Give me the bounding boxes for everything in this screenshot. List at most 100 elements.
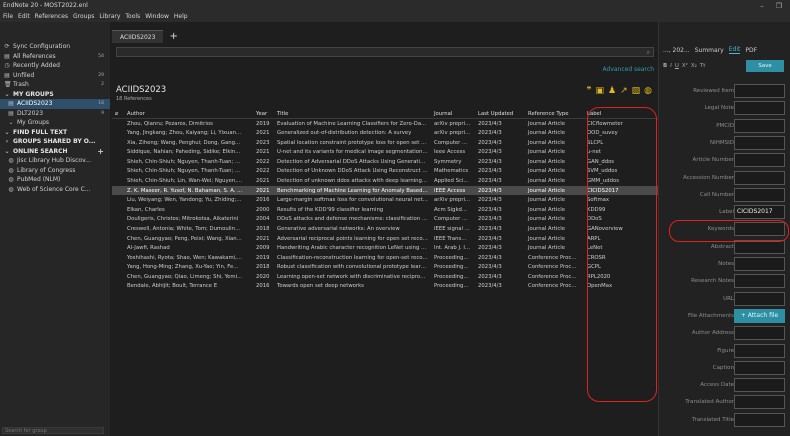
sidebar-item-library-of-congress[interactable]: ◍ Library of Congress — [0, 166, 110, 176]
sidebar-item-sync-configuration[interactable]: ⟳ Sync Configuration — [0, 42, 110, 52]
advanced-search-link[interactable]: Advanced search — [603, 66, 654, 73]
tab-pdf[interactable]: PDF — [745, 47, 757, 54]
table-row[interactable]: Z. K. Maseer, R. Yusof, N. Bahaman, S. A… — [112, 185, 658, 196]
article-number-input[interactable] — [734, 153, 785, 168]
translated-title-input[interactable] — [734, 412, 785, 427]
menu-file[interactable]: File — [3, 13, 13, 20]
sidebar-item-my-groups[interactable]: ⌄ MY GROUPS — [0, 90, 110, 100]
minimize-button[interactable]: – — [760, 2, 764, 10]
column-header-last-updated[interactable]: Last Updated — [475, 109, 525, 120]
sidebar-item-dlt2023[interactable]: ▤ DLT2023 9 — [0, 109, 110, 119]
column-header-reference-type[interactable]: Reference Type — [525, 109, 584, 120]
italic-button[interactable]: I — [670, 63, 672, 69]
cell-year: 2021 — [253, 185, 274, 196]
tab-edit[interactable]: Edit — [728, 46, 741, 54]
menu-edit[interactable]: Edit — [18, 13, 30, 20]
group-search-input[interactable]: Search for group — [2, 427, 104, 434]
column-header-title[interactable]: Title — [274, 109, 431, 120]
call-number-input[interactable] — [734, 187, 785, 202]
attach-file-button[interactable]: + Attach file — [734, 308, 785, 323]
bold-button[interactable]: B — [663, 63, 667, 69]
table-row[interactable]: Yang, Jingkang; Zhou, Kaiyang; Li, Yixua… — [112, 128, 658, 138]
subscript-button[interactable]: X₂ — [691, 63, 697, 69]
table-row[interactable]: Chen, Guangyao; Qiao, Limeng; Shi, Yemi.… — [112, 272, 658, 282]
column-header-attachment[interactable]: ⌀ — [112, 109, 124, 120]
sidebar-item-jisc-library-hub-discov[interactable]: ◍ Jisc Library Hub Discov... — [0, 156, 110, 166]
sidebar-item-find-full-text[interactable]: ⌄ FIND FULL TEXT — [0, 128, 110, 138]
add-user-icon[interactable]: ♟ — [608, 87, 616, 96]
legal-note-input[interactable] — [734, 101, 785, 116]
search-icon[interactable]: ⌕ — [647, 49, 650, 57]
tab-aciids2023[interactable]: ACIIDS2023 — [112, 30, 164, 43]
share-icon[interactable]: ↗ — [620, 87, 628, 96]
research-notes-input[interactable] — [734, 274, 785, 289]
sidebar-item-trash[interactable]: 🗑 Trash 2 — [0, 80, 110, 90]
table-row[interactable]: Yang, Hong-Ming; Zhang, Xu-Yao; Yin, Fe.… — [112, 263, 658, 273]
translated-author-input[interactable] — [734, 395, 785, 410]
attachment-cell — [112, 167, 124, 177]
figure-input[interactable] — [734, 343, 785, 358]
table-row[interactable]: Elkan, Charles 2000 Results of the KDD'99 … — [112, 205, 658, 215]
nihmsid-input[interactable] — [734, 135, 785, 150]
table-row[interactable]: Yoshihashi, Ryota; Shao, Wen; Kawakami,.… — [112, 253, 658, 263]
attachment-cell — [112, 128, 124, 138]
sidebar-item-aciids2023[interactable]: ▤ ACIIDS2023 18 — [0, 99, 110, 109]
caption-input[interactable] — [734, 360, 785, 375]
table-row[interactable]: Shieh, Chin-Shiuh; Nguyen, Thanh-Tuan; .… — [112, 167, 658, 177]
table-row[interactable]: Creswell, Antonia; White, Tom; Dumoulin.… — [112, 224, 658, 234]
restore-button[interactable]: ❐ — [776, 2, 782, 10]
globe-icon[interactable]: ◍ — [644, 87, 652, 96]
table-row[interactable]: Xia, Ziheng; Wang, Penghui; Dong, Gang..… — [112, 138, 658, 148]
sidebar-item-recently-added[interactable]: ◷ Recently Added — [0, 61, 110, 71]
menu-library[interactable]: Library — [99, 13, 120, 20]
save-button[interactable]: Save — [746, 60, 784, 72]
table-row[interactable]: Douligeris, Christos; Mitrokotsa, Aikate… — [112, 215, 658, 225]
quote-icon[interactable]: ❞ — [587, 87, 592, 96]
chevron-down-icon: ⌄ — [4, 128, 10, 136]
sidebar-item-groups-shared-by-o[interactable]: › GROUPS SHARED BY O... — [0, 137, 110, 147]
menu-help[interactable]: Help — [174, 13, 188, 20]
group-icon: ▤ — [8, 100, 14, 108]
table-row[interactable]: Zhou, Qianru; Pezaros, Dimitrios 2019 Eval… — [112, 119, 658, 129]
pmcid-input[interactable] — [734, 118, 785, 133]
keywords-input[interactable] — [734, 222, 785, 237]
access-date-input[interactable] — [734, 378, 785, 393]
sidebar-item-pubmed-nlm[interactable]: ◍ PubMed (NLM) — [0, 175, 110, 185]
accession-number-input[interactable] — [734, 170, 785, 185]
column-header-author[interactable]: Author — [124, 109, 253, 120]
underline-button[interactable]: U — [675, 63, 679, 69]
sidebar-item-online-search[interactable]: ⌄ ONLINE SEARCH + — [0, 147, 110, 157]
table-row[interactable]: Shieh, Chin-Shiuh; Nguyen, Thanh-Tuan; .… — [112, 157, 658, 167]
label-input[interactable]: CICIDS2017 — [734, 205, 785, 220]
table-row[interactable]: Siddique, Nahian; Paheding, Sidike; Elki… — [112, 147, 658, 157]
reviewed-item-input[interactable] — [734, 84, 785, 98]
column-header-year[interactable]: Year — [253, 109, 274, 120]
table-row[interactable]: Chen, Guangyao; Peng, Peixi; Wang, Xian.… — [112, 234, 658, 244]
column-header-label[interactable]: Label — [584, 109, 658, 120]
table-row[interactable]: Bendale, Abhijit; Boult, Terrance E 2016 T… — [112, 282, 658, 292]
clipboard-icon[interactable]: ▣ — [595, 87, 604, 96]
add-search-button[interactable]: + — [97, 147, 110, 156]
column-header-journal[interactable]: Journal — [431, 109, 475, 120]
abstract-input[interactable] — [734, 239, 785, 254]
url-input[interactable] — [734, 291, 785, 306]
menu-references[interactable]: References — [35, 13, 68, 20]
menu-window[interactable]: Window — [145, 13, 169, 20]
notes-input[interactable] — [734, 257, 785, 271]
pdf-icon[interactable]: ▧ — [632, 87, 641, 96]
search-input[interactable]: ⌕ — [116, 47, 654, 57]
sidebar-item-unfiled[interactable]: ▤ Unfiled 29 — [0, 71, 110, 81]
new-tab-button[interactable]: + — [163, 30, 183, 43]
table-row[interactable]: Al-Jawfi, Rashad 2009 Handwriting Arabic c… — [112, 243, 658, 253]
sidebar-item-all-references[interactable]: ▤ All References 54 — [0, 52, 110, 62]
superscript-button[interactable]: X² — [682, 63, 688, 69]
sidebar-item-web-of-science-core-c[interactable]: ◍ Web of Science Core C... — [0, 185, 110, 195]
table-row[interactable]: Shieh, Chin-Shiuh; Lin, Wan-Wei; Nguyen,… — [112, 176, 658, 186]
menu-tools[interactable]: Tools — [125, 13, 140, 20]
menu-groups[interactable]: Groups — [73, 13, 94, 20]
table-row[interactable]: Liu, Weiyang; Wen, Yandong; Yu, Zhiding;… — [112, 195, 658, 205]
font-style-button[interactable]: Tt — [700, 63, 706, 69]
tab-summary[interactable]: Summary — [695, 47, 724, 54]
author-address-input[interactable] — [734, 326, 785, 341]
sidebar-item-my-groups[interactable]: ⌄ My Groups — [0, 118, 110, 128]
